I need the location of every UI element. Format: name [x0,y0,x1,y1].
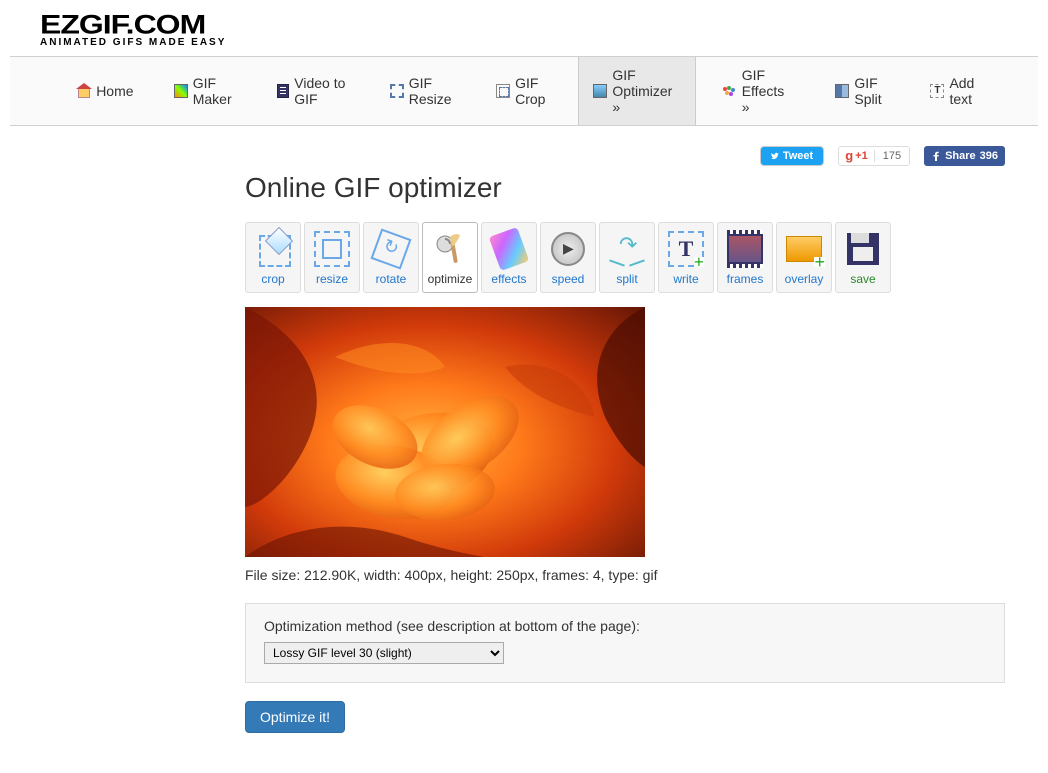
nav-label: Add text [949,75,983,107]
nav-gif-maker[interactable]: GIF Maker [159,57,252,125]
tool-frames[interactable]: frames [717,222,773,293]
tool-effects[interactable]: effects [481,222,537,293]
effects-icon [489,229,529,269]
tool-rotate[interactable]: rotate [363,222,419,293]
tool-label: split [602,272,652,286]
fb-share-button[interactable]: Share 396 [924,146,1005,166]
tool-label: frames [720,272,770,286]
tool-label: effects [484,272,534,286]
tool-label: overlay [779,272,829,286]
fb-label: Share [945,150,976,162]
main-content: Tweet g+1 175 Share 396 Online GIF optim… [245,146,1005,773]
rotate-icon [371,229,411,269]
nav-gif-crop[interactable]: GIF Crop [481,57,568,125]
header: EZGIF.COM ANIMATED GIFS MADE EASY [0,0,1048,56]
nav-label: GIF Resize [409,75,456,107]
tool-label: save [838,272,888,286]
nav-gif-optimizer[interactable]: GIF Optimizer » [578,57,695,125]
speed-icon [548,229,588,269]
gif-preview [245,307,645,557]
tool-label: resize [307,272,357,286]
optimization-panel: Optimization method (see description at … [245,603,1005,683]
video-icon [277,83,289,99]
crop-icon [253,229,293,269]
gplus-count: 175 [874,150,909,162]
resize-icon [390,83,404,99]
tool-save[interactable]: save [835,222,891,293]
tool-optimize[interactable]: optimize [422,222,478,293]
share-row: Tweet g+1 175 Share 396 [245,146,1005,166]
nav-label: GIF Optimizer » [612,67,680,115]
nav-add-text[interactable]: T Add text [915,57,998,125]
frames-icon [725,229,765,269]
file-info: File size: 212.90K, width: 400px, height… [245,567,1005,583]
split-icon: ↷ [607,229,647,269]
tweet-label: Tweet [783,150,813,162]
tool-label: speed [543,272,593,286]
nav-label: Home [96,83,133,99]
effects-icon [721,83,737,99]
nav-label: Video to GIF [294,75,349,107]
nav-gif-resize[interactable]: GIF Resize [375,57,471,125]
nav-label: GIF Crop [515,75,553,107]
tool-label: rotate [366,272,416,286]
optimize-icon [593,83,607,99]
logo-main: EZGIF.COM [40,12,1008,36]
opt-method-label: Optimization method (see description at … [264,618,986,634]
overlay-icon [784,229,824,269]
gplus-icon: g [845,148,853,163]
nav-video-to-gif[interactable]: Video to GIF [262,57,364,125]
tool-label: write [661,272,711,286]
tweet-button[interactable]: Tweet [760,146,824,166]
tool-split[interactable]: ↷ split [599,222,655,293]
nav-label: GIF Split [854,75,890,107]
tool-write[interactable]: T write [658,222,714,293]
logo-link[interactable]: EZGIF.COM ANIMATED GIFS MADE EASY [40,10,1008,48]
opt-method-select[interactable]: Lossy GIF level 30 (slight) [264,642,504,664]
home-icon [75,83,91,99]
tool-speed[interactable]: speed [540,222,596,293]
resize-icon [312,229,352,269]
nav-label: GIF Effects » [742,67,795,115]
toolbar: crop resize rotate optimize effects spee… [245,222,1005,293]
twitter-icon [771,151,779,161]
tool-crop[interactable]: crop [245,222,301,293]
maker-icon [174,83,188,99]
tool-label: crop [248,272,298,286]
page-title: Online GIF optimizer [245,172,1005,204]
crop-icon [496,83,510,99]
save-icon [843,229,883,269]
nav-gif-split[interactable]: GIF Split [820,57,905,125]
optimize-button[interactable]: Optimize it! [245,701,345,733]
tool-overlay[interactable]: overlay [776,222,832,293]
optimize-icon [430,229,470,269]
text-icon: T [930,83,944,99]
write-icon: T [666,229,706,269]
gplus-button[interactable]: g+1 175 [838,146,910,166]
nav-home[interactable]: Home [60,57,148,125]
split-icon [835,83,849,99]
fb-count: 396 [980,150,998,162]
tool-resize[interactable]: resize [304,222,360,293]
nav-label: GIF Maker [193,75,237,107]
main-nav: Home GIF Maker Video to GIF GIF Resize G… [10,56,1038,126]
nav-gif-effects[interactable]: GIF Effects » [706,57,810,125]
tool-label: optimize [425,272,475,286]
facebook-icon [931,151,941,161]
